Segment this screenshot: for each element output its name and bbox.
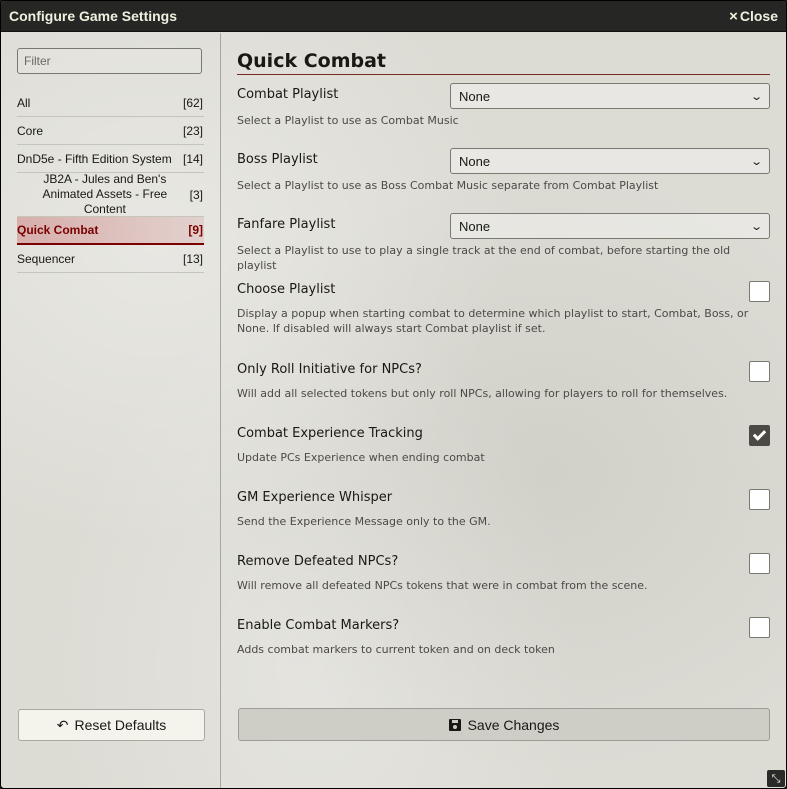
save-changes-button[interactable]: Save Changes (238, 708, 770, 741)
npc-initiative-checkbox[interactable] (749, 361, 770, 382)
setting-label: Boss Playlist (237, 152, 318, 167)
setting-label: Enable Combat Markers? (237, 618, 400, 633)
category-item-all[interactable]: All [62] (17, 89, 204, 117)
close-button[interactable]: × Close (729, 8, 778, 25)
category-name: Sequencer (17, 251, 76, 266)
category-name: Quick Combat (17, 223, 99, 237)
check-icon (752, 427, 767, 441)
section-title: Quick Combat (237, 50, 770, 75)
save-changes-label: Save Changes (467, 716, 560, 733)
settings-panel: Quick Combat Combat Playlist None ⌄ Sele… (237, 33, 770, 788)
setting-label: Only Roll Initiative for NPCs? (237, 362, 422, 377)
setting-label: Choose Playlist (237, 282, 336, 297)
fanfare-playlist-select[interactable]: None ⌄ (450, 213, 770, 239)
setting-hint: Select a Playlist to use as Combat Music (237, 114, 459, 127)
filter-input[interactable] (17, 48, 202, 74)
remove-defeated-checkbox[interactable] (749, 553, 770, 574)
category-sidebar: All [62] Core [23] DnD5e - Fifth Edition… (1, 33, 221, 788)
setting-label: Combat Experience Tracking (237, 426, 423, 441)
close-icon: × (729, 7, 738, 25)
category-item-sequencer[interactable]: Sequencer [13] (17, 245, 204, 273)
setting-hint: Select a Playlist to use as Boss Combat … (237, 179, 659, 192)
category-count: [62] (182, 95, 203, 110)
setting-label: GM Experience Whisper (237, 490, 393, 505)
category-name: DnD5e - Fifth Edition System (17, 151, 172, 166)
select-value: None (459, 218, 491, 234)
category-count: [13] (182, 251, 203, 266)
reset-defaults-label: Reset Defaults (74, 717, 167, 733)
category-count: [3] (189, 187, 203, 202)
boss-playlist-select[interactable]: None ⌄ (450, 148, 770, 174)
close-label: Close (739, 8, 778, 24)
choose-playlist-checkbox[interactable] (749, 281, 770, 302)
category-item-quick-combat[interactable]: Quick Combat [9] (17, 217, 204, 245)
category-count: [14] (182, 151, 203, 166)
gm-whisper-checkbox[interactable] (749, 489, 770, 510)
category-item-core[interactable]: Core [23] (17, 117, 204, 145)
chevron-down-icon: ⌄ (749, 90, 763, 103)
combat-markers-checkbox[interactable] (749, 617, 770, 638)
category-name: JB2A - Jules and Ben's Animated Assets -… (42, 172, 168, 216)
combat-playlist-select[interactable]: None ⌄ (450, 83, 770, 109)
category-count: [9] (188, 223, 203, 237)
select-value: None (459, 153, 491, 169)
setting-label: Combat Playlist (237, 87, 339, 102)
setting-hint: Update PCs Experience when ending combat (237, 451, 485, 464)
resize-handle-icon[interactable]: ⤡ (767, 770, 785, 787)
setting-hint: Will remove all defeated NPCs tokens tha… (237, 579, 648, 592)
setting-hint: Select a Playlist to use to play a singl… (237, 244, 731, 272)
category-name: Core (17, 123, 44, 138)
setting-label: Remove Defeated NPCs? (237, 554, 399, 569)
experience-tracking-checkbox[interactable] (749, 425, 770, 446)
setting-hint: Adds combat markers to current token and… (237, 643, 555, 656)
category-list: All [62] Core [23] DnD5e - Fifth Edition… (17, 89, 204, 273)
setting-hint: Display a popup when starting combat to … (237, 307, 749, 335)
select-value: None (459, 88, 491, 104)
window-titlebar[interactable]: Configure Game Settings × Close (1, 1, 786, 32)
category-item-jb2a[interactable]: JB2A - Jules and Ben's Animated Assets -… (17, 172, 204, 217)
category-name: All (17, 95, 31, 110)
setting-hint: Send the Experience Message only to the … (237, 515, 491, 528)
chevron-down-icon: ⌄ (749, 155, 763, 168)
settings-window: Configure Game Settings × Close All [62]… (0, 0, 787, 789)
chevron-down-icon: ⌄ (749, 220, 763, 233)
floppy-disk-icon (448, 718, 461, 731)
setting-hint: Will add all selected tokens but only ro… (237, 387, 728, 400)
reset-defaults-button[interactable]: ↶ Reset Defaults (18, 709, 205, 741)
undo-icon: ↶ (56, 716, 69, 733)
category-item-dnd5e[interactable]: DnD5e - Fifth Edition System [14] (17, 145, 204, 173)
category-count: [23] (182, 123, 203, 138)
window-title: Configure Game Settings (9, 8, 178, 24)
setting-label: Fanfare Playlist (237, 217, 336, 232)
